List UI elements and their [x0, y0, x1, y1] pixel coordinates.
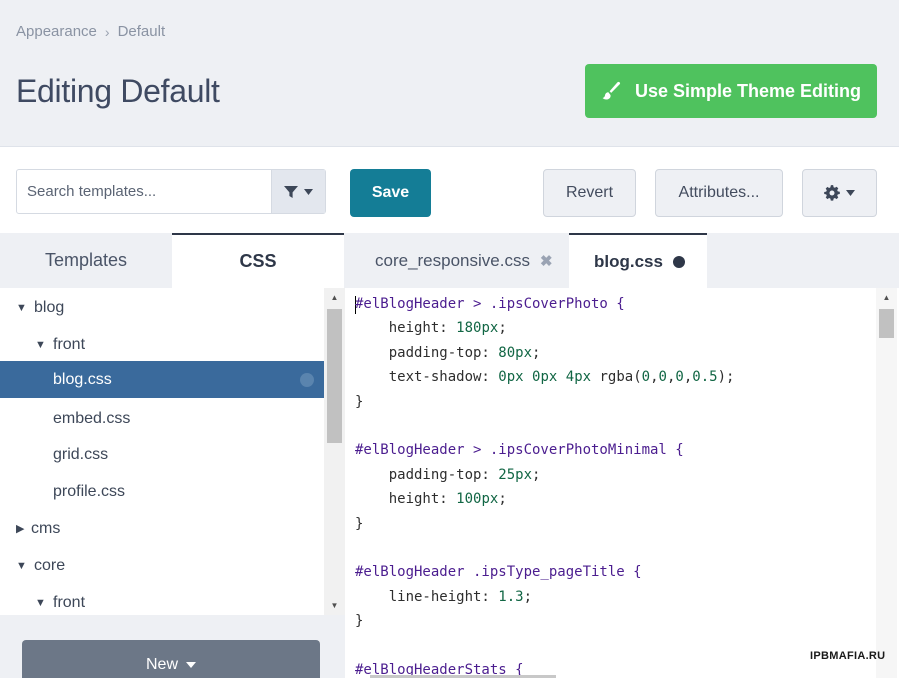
caret-down-icon: ▼ — [35, 338, 46, 351]
page-title: Editing Default — [16, 73, 220, 109]
code-line: } — [355, 393, 364, 410]
code-line: height: 180px; — [355, 320, 507, 337]
code-line: #elBlogHeader > .ipsCoverPhotoMinimal { — [355, 442, 684, 459]
code-line: height: 100px; — [355, 491, 507, 508]
code-line: #elBlogHeader > .ipsCoverPhoto { — [355, 296, 625, 312]
sidebar-tabs: Templates CSS — [0, 233, 345, 288]
scrollbar-thumb[interactable] — [879, 309, 894, 338]
close-icon[interactable] — [300, 372, 314, 387]
tree-file-embed-css[interactable]: embed.css — [0, 400, 324, 437]
tree-item-label: grid.css — [53, 445, 109, 463]
file-tab-blog[interactable]: blog.css — [569, 233, 707, 288]
filter-icon — [284, 185, 298, 198]
code-line: } — [355, 515, 364, 532]
file-tree: ▼ blog ▼ front blog.css embed.css grid.c… — [0, 288, 345, 615]
filter-button[interactable] — [271, 170, 325, 213]
tab-css[interactable]: CSS — [172, 233, 344, 288]
scroll-down-arrow-icon[interactable]: ▼ — [324, 601, 345, 610]
tree-scrollbar[interactable]: ▲ ▼ — [324, 288, 345, 615]
scroll-up-arrow-icon[interactable]: ▲ — [876, 293, 897, 302]
search-input[interactable] — [17, 170, 271, 213]
tree-item-label: blog.css — [53, 370, 112, 388]
new-button-label: New — [145, 656, 178, 673]
code-line: line-height: 1.3; — [355, 588, 533, 605]
caret-down-icon: ▼ — [16, 559, 27, 572]
tree-folder-blog[interactable]: ▼ blog — [0, 289, 324, 326]
code-line: text-shadow: 0px 0px 4px rgba(0,0,0,0.5)… — [355, 369, 735, 386]
caret-down-icon — [186, 662, 196, 668]
chevron-right-icon: › — [104, 23, 110, 40]
breadcrumb: Appearance › Default — [16, 23, 165, 40]
tree-item-label: blog — [34, 298, 65, 316]
tree-item-label: cms — [31, 519, 61, 537]
watermark: IPBMAFIA.RU — [810, 650, 886, 662]
tree-file-grid-css[interactable]: grid.css — [0, 436, 324, 473]
code-line: #elBlogHeader .ipsType_pageTitle { — [355, 564, 642, 581]
simple-button-label: Use Simple Theme Editing — [634, 80, 862, 101]
settings-menu-button[interactable] — [802, 169, 877, 217]
revert-button[interactable]: Revert — [543, 169, 636, 217]
tree-folder-cms[interactable]: ▶ cms — [0, 510, 324, 547]
code-line: } — [355, 613, 364, 630]
file-tabs: core_responsive.css ✖ blog.css — [345, 233, 899, 288]
scroll-up-arrow-icon[interactable]: ▲ — [324, 293, 345, 302]
tree-item-label: front — [53, 593, 86, 611]
tab-templates[interactable]: Templates — [0, 233, 172, 288]
tree-folder-front[interactable]: ▼ front — [0, 326, 324, 363]
code-editor[interactable]: #elBlogHeader > .ipsCoverPhoto { height:… — [345, 288, 899, 678]
file-tab-label: blog.css — [594, 251, 663, 271]
scrollbar-thumb[interactable] — [327, 309, 342, 443]
breadcrumb-appearance[interactable]: Appearance — [16, 23, 97, 40]
code-line: padding-top: 25px; — [355, 466, 541, 483]
editor-scrollbar[interactable]: ▲ — [876, 288, 897, 678]
attributes-button[interactable]: Attributes... — [655, 169, 783, 217]
unsaved-dot-icon — [672, 255, 685, 268]
tree-item-label: profile.css — [53, 482, 126, 500]
caret-down-icon — [304, 188, 313, 195]
tree-file-blog-css[interactable]: blog.css — [0, 361, 324, 398]
breadcrumb-default[interactable]: Default — [118, 23, 166, 40]
tree-item-label: core — [34, 556, 66, 574]
sidebar-footer: New — [0, 615, 345, 678]
caret-down-icon: ▼ — [35, 596, 46, 609]
gear-icon — [824, 185, 840, 201]
tree-file-profile-css[interactable]: profile.css — [0, 473, 324, 510]
save-button[interactable]: Save — [350, 169, 431, 217]
caret-down-icon — [846, 190, 855, 196]
tree-folder-core[interactable]: ▼ core — [0, 547, 324, 584]
tree-item-label: embed.css — [53, 409, 131, 427]
file-tab-label: core_responsive.css — [375, 250, 530, 270]
new-button[interactable]: New — [22, 640, 320, 678]
search-box — [16, 169, 326, 214]
tree-item-label: front — [53, 335, 86, 353]
tree-folder-core-front[interactable]: ▼ front — [0, 584, 324, 615]
use-simple-theme-editing-button[interactable]: Use Simple Theme Editing — [585, 64, 877, 118]
page-header: Appearance › Default Editing Default Use… — [0, 0, 899, 147]
caret-right-icon: ▶ — [16, 523, 25, 535]
caret-down-icon: ▼ — [16, 301, 27, 314]
close-icon[interactable]: ✖ — [540, 252, 553, 270]
file-tab-core-responsive[interactable]: core_responsive.css ✖ — [345, 233, 569, 288]
code-line: padding-top: 80px; — [355, 344, 541, 361]
code-content[interactable]: #elBlogHeader > .ipsCoverPhoto { height:… — [355, 292, 734, 678]
brush-icon — [602, 81, 621, 100]
